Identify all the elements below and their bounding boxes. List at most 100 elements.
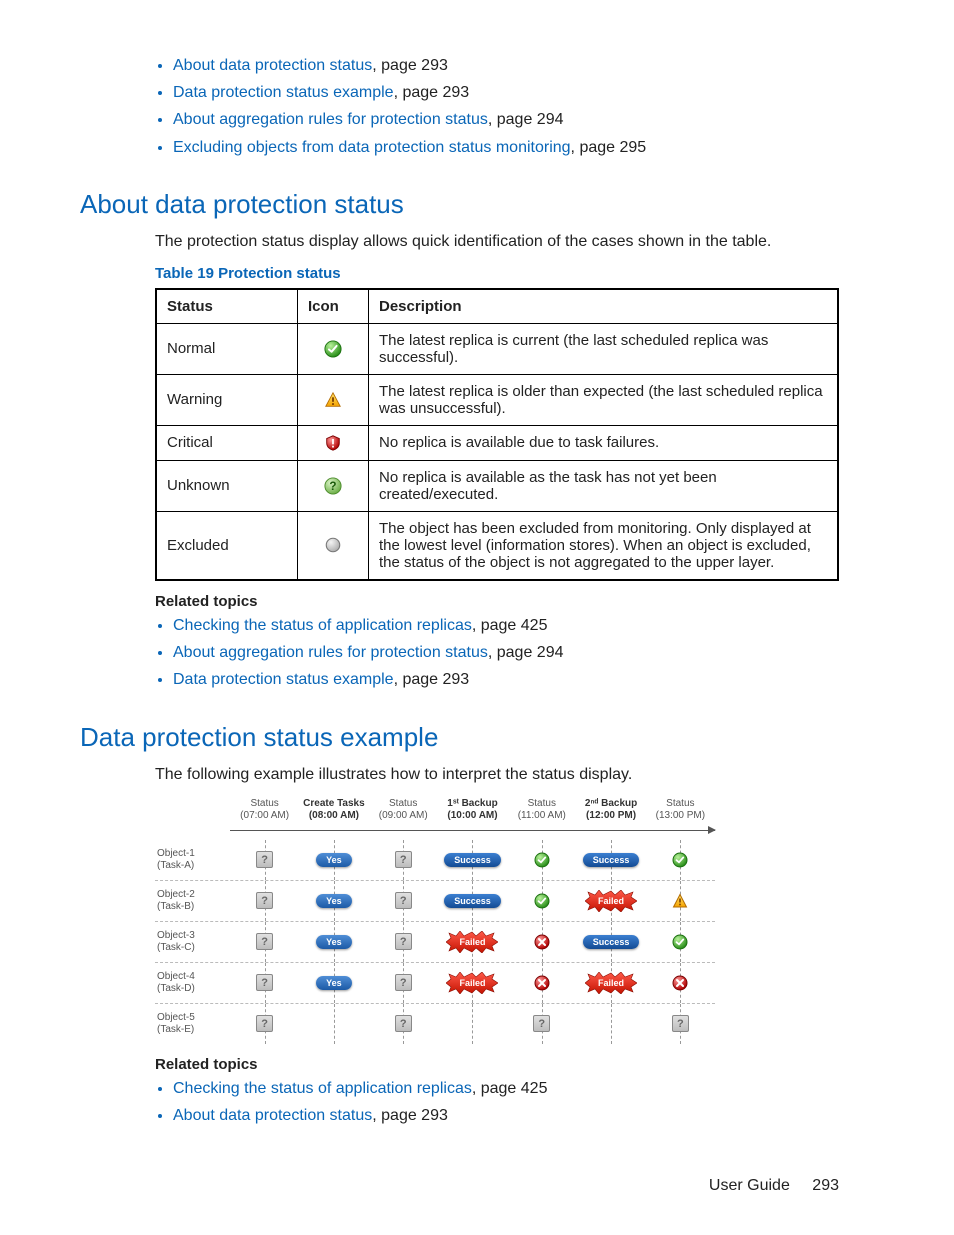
document-page: About data protection status, page 293 Da… [0,0,954,1235]
related-link[interactable]: Checking the status of application repli… [173,1080,472,1097]
error-icon [534,934,550,950]
related-list-1: Checking the status of application repli… [155,614,839,692]
cell-status: Critical [156,425,298,460]
diagram-cell: ? [369,881,438,921]
diagram-cell [438,1004,507,1044]
toc-link[interactable]: About data protection status [173,57,372,74]
diagram-cell: Yes [299,840,368,880]
toc-link[interactable]: About aggregation rules for protection s… [173,111,488,128]
failed-burst: Failed [446,931,498,953]
related-link[interactable]: Data protection status example [173,671,394,688]
unknown-icon: ? [256,892,273,909]
related-item: About data protection status, page 293 [173,1104,839,1127]
th-icon: Icon [298,289,369,324]
diagram-col-label: 1ˢᵗ Backup(10:00 AM) [438,796,507,826]
footer-page-number: 293 [812,1177,839,1194]
diagram-col-label: Status(11:00 AM) [507,796,576,826]
ok-icon [672,852,688,868]
diagram-cell [507,963,576,1003]
diagram-cell [507,840,576,880]
critical-shield-icon [324,434,342,452]
diagram-col-label: Status(07:00 AM) [230,796,299,826]
page-footer: User Guide 293 [709,1177,839,1195]
diagram-body: Object-1(Task-A)?Yes?SuccessSuccessObjec… [155,840,715,1044]
warn-triangle-icon [324,391,342,409]
diagram-cell [646,922,715,962]
yes-pill: Yes [316,935,352,949]
unknown-icon: ? [256,933,273,950]
th-status: Status [156,289,298,324]
diagram-cell: ? [369,922,438,962]
failed-burst: Failed [446,972,498,994]
toc-link[interactable]: Data protection status example [173,84,394,101]
diagram-col-label: Status(09:00 AM) [369,796,438,826]
diagram-row: Object-5(Task-E)???? [155,1004,715,1044]
diagram-row: Object-2(Task-B)? Yes? Success Failed [155,881,715,922]
yes-pill: Yes [316,853,352,867]
ok-icon [534,893,550,909]
diagram-cell: ? [230,1004,299,1044]
related-topics-heading-1: Related topics [155,593,839,610]
footer-label: User Guide [709,1177,790,1194]
unknown-icon: ? [395,851,412,868]
diagram-row-label: Object-4(Task-D) [155,971,230,995]
related-item: Data protection status example, page 293 [173,668,839,691]
table-row: Unknown No replica is available as the ta… [156,460,838,511]
status-example-diagram: Status(07:00 AM)Create Tasks(08:00 AM)St… [155,796,715,1044]
unknown-icon: ? [672,1015,689,1032]
diagram-cell [646,881,715,921]
diagram-cell [646,963,715,1003]
unknown-icon: ? [395,1015,412,1032]
yes-pill: Yes [316,976,352,990]
related-list-2: Checking the status of application repli… [155,1077,839,1127]
diagram-cell: Success [576,840,645,880]
cell-icon [298,425,369,460]
table-row: Critical No replica is available due to t… [156,425,838,460]
table-row: NormalThe latest replica is current (the… [156,323,838,374]
cell-description: No replica is available as the task has … [369,460,839,511]
cell-description: The object has been excluded from monito… [369,511,839,580]
diagram-cell: ? [507,1004,576,1044]
diagram-cell: ? [230,881,299,921]
cell-status: Unknown [156,460,298,511]
toc-item: About data protection status, page 293 [173,54,839,77]
related-link[interactable]: Checking the status of application repli… [173,617,472,634]
diagram-row-label: Object-2(Task-B) [155,889,230,913]
protection-status-table: Status Icon Description NormalThe latest… [155,288,839,581]
unknown-icon: ? [395,892,412,909]
diagram-row-label: Object-5(Task-E) [155,1012,230,1036]
cell-description: The latest replica is current (the last … [369,323,839,374]
related-link[interactable]: About data protection status [173,1107,372,1124]
diagram-cell: Failed [576,963,645,1003]
diagram-col-label: Create Tasks(08:00 AM) [299,796,368,826]
diagram-cell: Failed [576,881,645,921]
diagram-cell: Yes [299,881,368,921]
check-green-icon [324,340,342,358]
toc-link[interactable]: Excluding objects from data protection s… [173,139,571,156]
cell-icon [298,374,369,425]
related-link[interactable]: About aggregation rules for protection s… [173,644,488,661]
diagram-row-label: Object-3(Task-C) [155,930,230,954]
cell-icon [298,323,369,374]
cell-icon [298,511,369,580]
cell-status: Excluded [156,511,298,580]
diagram-header: Status(07:00 AM)Create Tasks(08:00 AM)St… [155,796,715,826]
diagram-row: Object-4(Task-D)?Yes?FailedFailed [155,963,715,1004]
diagram-row: Object-3(Task-C)?Yes?FailedSuccess [155,922,715,963]
ok-icon [672,934,688,950]
section-heading-about: About data protection status [80,189,839,220]
diagram-row: Object-1(Task-A)?Yes?SuccessSuccess [155,840,715,881]
toc-item: About aggregation rules for protection s… [173,108,839,131]
unknown-icon: ? [395,933,412,950]
related-item: Checking the status of application repli… [173,614,839,637]
diagram-cell: Success [438,840,507,880]
success-pill: Success [444,853,501,867]
ok-icon [534,852,550,868]
timeline-arrow [155,826,715,836]
diagram-cell: Success [438,881,507,921]
cell-description: No replica is available due to task fail… [369,425,839,460]
question-green-icon [324,477,342,495]
diagram-cell [507,881,576,921]
section1-intro: The protection status display allows qui… [155,230,839,253]
cell-status: Warning [156,374,298,425]
